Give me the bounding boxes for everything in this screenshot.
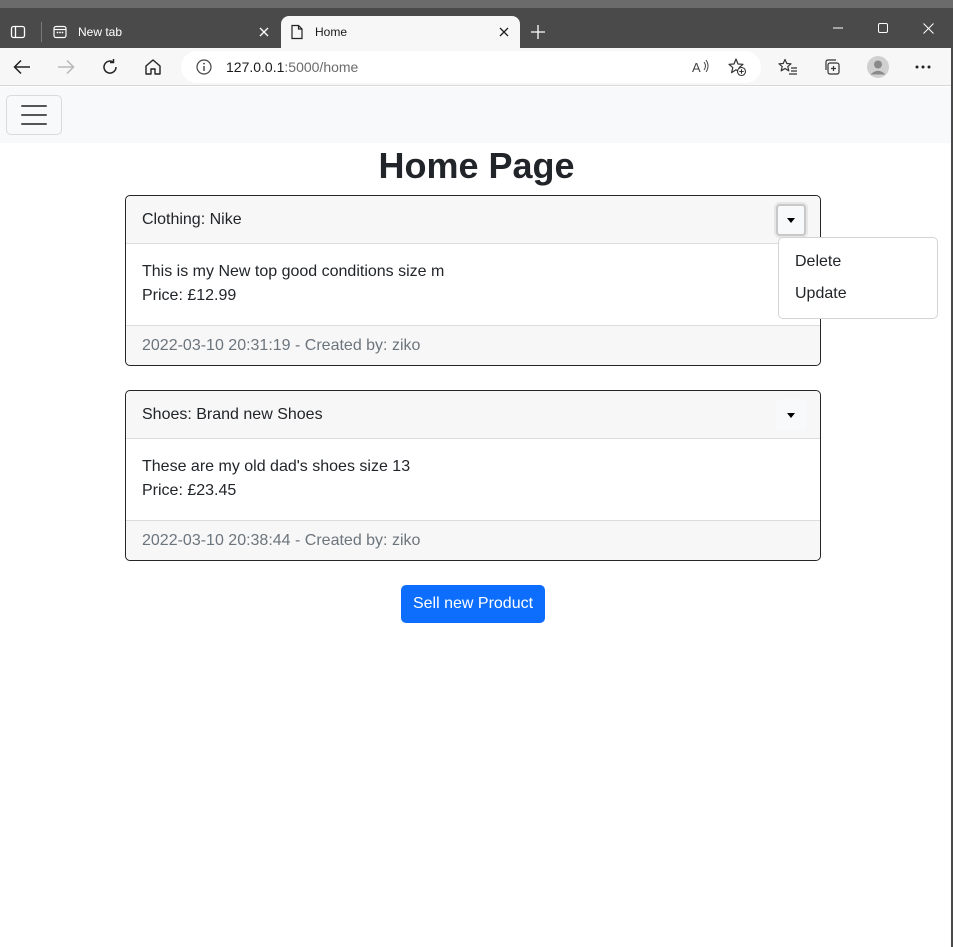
product-title: Clothing: Nike xyxy=(142,210,242,228)
product-card: Shoes: Brand new Shoes These are my old … xyxy=(125,390,821,561)
page-icon xyxy=(289,24,305,40)
info-icon[interactable] xyxy=(195,58,213,76)
product-title: Shoes: Brand new Shoes xyxy=(142,405,323,423)
dropdown-toggle-button[interactable] xyxy=(776,399,806,431)
browser-toolbar: 127.0.0.1:5000/home A xyxy=(0,48,953,86)
refresh-icon[interactable] xyxy=(96,54,124,80)
sell-new-product-button[interactable]: Sell new Product xyxy=(401,585,545,623)
tab-title: Home xyxy=(315,25,348,39)
titlebar-top-strip xyxy=(0,0,953,8)
address-bar[interactable]: 127.0.0.1:5000/home A xyxy=(181,51,761,83)
update-menu-item[interactable]: Update xyxy=(779,278,937,310)
card-header: Shoes: Brand new Shoes xyxy=(126,391,820,439)
browser-titlebar: New tab Home xyxy=(0,0,953,48)
tab-home[interactable]: Home xyxy=(281,16,520,48)
tab-close-icon[interactable] xyxy=(254,22,274,42)
tab-divider xyxy=(41,22,42,42)
tab-title: New tab xyxy=(78,25,123,39)
hamburger-icon xyxy=(21,123,47,125)
product-description: These are my old dad's shoes size 13 xyxy=(142,458,411,475)
product-card: Clothing: Nike This is my New top good c… xyxy=(125,195,821,366)
back-icon[interactable] xyxy=(8,54,36,80)
new-tab-icon[interactable] xyxy=(526,20,550,44)
tab-close-icon[interactable] xyxy=(494,22,514,42)
hamburger-icon xyxy=(21,105,47,107)
maximize-icon[interactable] xyxy=(868,14,898,42)
tab-actions-icon[interactable] xyxy=(6,20,30,44)
add-favorite-icon[interactable] xyxy=(725,55,749,79)
url-host: 127.0.0.1 xyxy=(226,59,285,75)
url-text[interactable]: 127.0.0.1:5000/home xyxy=(226,59,689,75)
url-path: :5000/home xyxy=(284,59,359,75)
product-description: This is my New top good conditions size … xyxy=(142,263,445,280)
dropdown-toggle-button[interactable] xyxy=(776,204,806,236)
collections-icon[interactable] xyxy=(818,54,846,80)
product-actions-menu: Delete Update xyxy=(778,237,938,319)
card-header: Clothing: Nike xyxy=(126,196,820,244)
close-window-icon[interactable] xyxy=(913,14,943,42)
delete-menu-item[interactable]: Delete xyxy=(779,246,937,278)
profile-avatar[interactable] xyxy=(864,54,892,80)
page-title: Home Page xyxy=(378,145,575,186)
home-icon[interactable] xyxy=(139,54,167,80)
minimize-icon[interactable] xyxy=(823,14,853,42)
card-footer: 2022-03-10 20:31:19 - Created by: ziko xyxy=(126,325,820,365)
favorites-icon[interactable] xyxy=(774,54,802,80)
svg-text:A: A xyxy=(692,60,701,75)
hamburger-icon xyxy=(21,114,47,116)
newtab-icon xyxy=(52,24,68,40)
site-navbar xyxy=(0,87,953,143)
product-price: Price: £23.45 xyxy=(142,482,237,499)
card-footer: 2022-03-10 20:38:44 - Created by: ziko xyxy=(126,520,820,560)
more-options-icon[interactable] xyxy=(909,54,937,80)
card-body: This is my New top good conditions size … xyxy=(126,244,820,325)
card-body: These are my old dad's shoes size 13 Pri… xyxy=(126,439,820,520)
caret-down-icon xyxy=(787,217,795,223)
product-price: Price: £12.99 xyxy=(142,287,237,304)
tab-new-tab[interactable]: New tab xyxy=(44,16,280,48)
read-aloud-icon[interactable]: A xyxy=(689,55,713,79)
navbar-toggler-button[interactable] xyxy=(6,95,62,135)
caret-down-icon xyxy=(787,412,795,418)
forward-icon[interactable] xyxy=(52,54,80,80)
